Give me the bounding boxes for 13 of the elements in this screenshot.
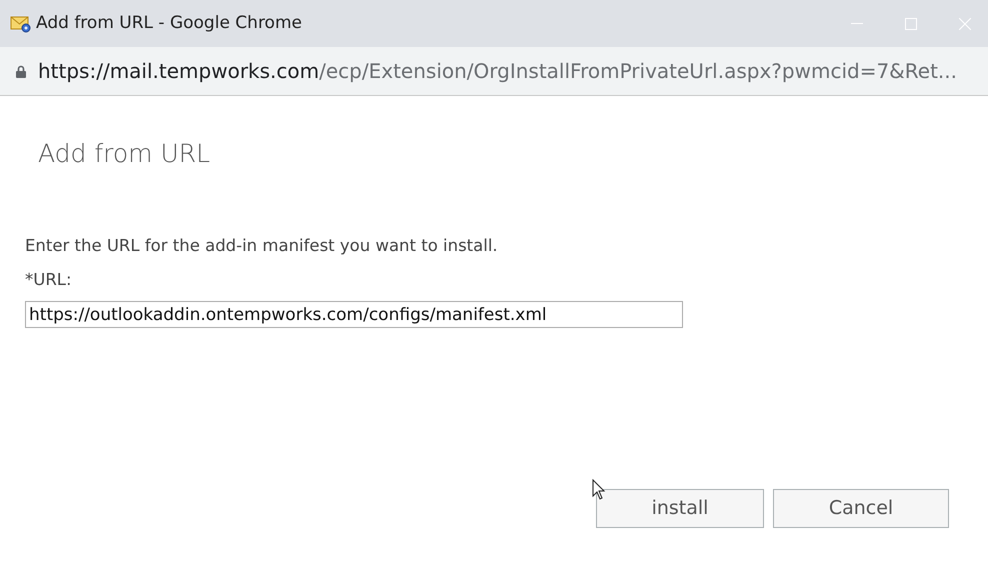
minimize-icon[interactable] xyxy=(851,22,863,24)
dialog-heading: Add from URL xyxy=(38,138,210,170)
lock-icon xyxy=(16,64,26,78)
instruction-text: Enter the URL for the add-in manifest you want to install. xyxy=(25,235,498,257)
install-button[interactable]: install xyxy=(596,489,764,528)
url-input-field[interactable]: https://outlookaddin.ontempworks.com/configs/manifest.xml xyxy=(25,301,683,328)
mouse-cursor-icon xyxy=(592,479,606,501)
field-label: *URL: xyxy=(25,269,72,291)
close-icon[interactable] xyxy=(959,18,971,30)
maximize-icon[interactable] xyxy=(905,18,917,30)
window-title: Add from URL - Google Chrome xyxy=(36,12,302,35)
cancel-button[interactable]: Cancel xyxy=(773,489,949,528)
envelope-gear-icon xyxy=(10,14,32,32)
